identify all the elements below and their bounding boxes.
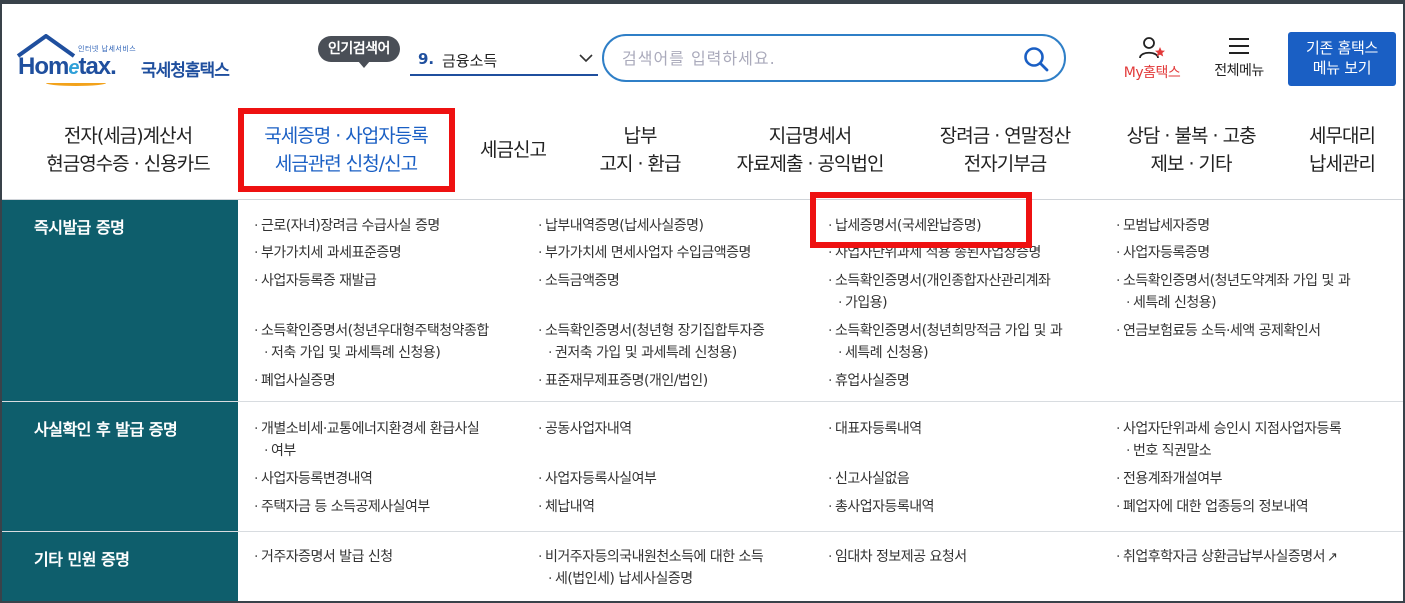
link-item-cont[interactable]: 번호 직권말소 [1126, 440, 1212, 462]
link-item[interactable]: 대표자등록내역 [828, 418, 922, 440]
link-item[interactable]: 연금보험료등 소득·세액 공제확인서 [1116, 320, 1321, 342]
legacy-menu-button[interactable]: 기존 홈택스 메뉴 보기 [1288, 32, 1396, 86]
link-item[interactable]: 폐업사실증명 [254, 370, 336, 392]
link-item-cont[interactable]: 세특례 신청용) [838, 342, 929, 364]
link-item[interactable]: 근로(자녀)장려금 수급사실 증명 [254, 215, 440, 237]
link-item[interactable]: 전용계좌개설여부 [1116, 468, 1223, 490]
link-item[interactable]: 사업자등록증명 [1116, 242, 1210, 264]
nav-line1: 세무대리 [1309, 125, 1376, 147]
link-item[interactable]: 사업자단위과세 적용 종된사업장증명 [828, 242, 1041, 264]
link-item[interactable]: 비거주자등의국내원천소득에 대한 소득 [538, 546, 764, 568]
link-item[interactable]: 신고사실없음 [828, 468, 910, 490]
link-item[interactable]: 납부내역증명(납세사실증명) [538, 215, 704, 237]
search-input[interactable] [622, 46, 1002, 70]
logo-word-e: e [68, 57, 79, 79]
link-item-cont[interactable]: 저축 가입 및 과세특례 신청용) [264, 342, 441, 364]
nav-line1: 상담 · 불복 · 고충 [1126, 125, 1256, 147]
link-item[interactable]: 부가가치세 과세표준증명 [254, 242, 402, 264]
nav-line2: 자료제출 · 공익법인 [736, 153, 885, 175]
link-item[interactable]: 폐업자에 대한 업종등의 정보내역 [1116, 496, 1309, 518]
link-item-cont[interactable]: 권저축 가입 및 과세특례 신청용) [548, 342, 737, 364]
my-hometax-label: My홈택스 [1123, 65, 1181, 81]
legacy-line1: 기존 홈택스 [1306, 39, 1378, 57]
submenu-panel: 즉시발급 증명 근로(자녀)장려금 수급사실 증명 납부내역증명(납세사실증명)… [2, 200, 1403, 601]
section-after-verification: 사실확인 후 발급 증명 개별소비세·교통에너지환경세 환급사실 여부 공동사업… [2, 402, 1403, 532]
nav-line1: 지급명세서 [768, 125, 852, 147]
link-item[interactable]: 소득금액증명 [538, 270, 620, 292]
logo-wordmark: Hometax. [18, 53, 117, 81]
link-item[interactable]: 사업자등록증 재발급 [254, 270, 377, 292]
link-item-cont[interactable]: 세특례 신청용) [1126, 292, 1217, 314]
nav-item-tax-agent[interactable]: 세무대리납세관리 [1292, 100, 1392, 200]
nav-line2: 현금영수증 · 신용카드 [46, 153, 210, 175]
nav-item-incentive[interactable]: 장려금 · 연말정산전자기부금 [920, 100, 1090, 200]
link-item[interactable]: 모범납세자증명 [1116, 215, 1210, 237]
link-item[interactable]: 사업자단위과세 승인시 지점사업자등록 [1116, 418, 1342, 440]
nav-line2: 세금관련 신청/신고 [274, 153, 418, 175]
nav-line1: 세금신고 [480, 139, 547, 161]
link-item[interactable]: 주택자금 등 소득공제사실여부 [254, 496, 430, 518]
link-item[interactable]: 휴업사실증명 [828, 370, 910, 392]
nav-line1: 납부 [623, 125, 658, 147]
link-item[interactable]: 체납내역 [538, 496, 595, 518]
link-item-cont[interactable]: 세(법인세) 납세사실증명 [548, 568, 693, 590]
section-instant-issue: 즉시발급 증명 근로(자녀)장려금 수급사실 증명 납부내역증명(납세사실증명)… [2, 200, 1403, 402]
link-item[interactable]: 납세증명서(국세완납증명) [828, 215, 982, 237]
nav-item-e-invoice[interactable]: 전자(세금)계산서현금영수증 · 신용카드 [22, 100, 234, 200]
all-menu-button[interactable]: 전체메뉴 [1204, 36, 1274, 86]
all-menu-label: 전체메뉴 [1214, 63, 1264, 79]
link-item[interactable]: 개별소비세·교통에너지환경세 환급사실 [254, 418, 480, 440]
nav-line1: 장려금 · 연말정산 [939, 125, 1071, 147]
search-icon[interactable] [1022, 45, 1050, 73]
link-item[interactable]: 소득확인증명서(청년우대형주택청약종합 [254, 320, 489, 342]
nav-item-tax-report[interactable]: 세금신고 [468, 100, 558, 200]
my-hometax-button[interactable]: My홈택스 [1114, 36, 1190, 86]
link-item[interactable]: 표준재무제표증명(개인/법인) [538, 370, 708, 392]
nav-item-consult[interactable]: 상담 · 불복 · 고충제보 · 기타 [1108, 100, 1274, 200]
nav-line1: 국세증명 · 사업자등록 [264, 125, 428, 147]
nav-line2: 고지 · 환급 [599, 153, 681, 175]
legacy-line2: 메뉴 보기 [1312, 59, 1372, 77]
nav-item-payment[interactable]: 납부고지 · 환급 [580, 100, 700, 200]
section-other-certificates: 기타 민원 증명 거주자증명서 발급 신청 비거주자등의국내원천소득에 대한 소… [2, 532, 1403, 601]
hamburger-icon [1229, 38, 1249, 54]
main-nav: 전자(세금)계산서현금영수증 · 신용카드 국세증명 · 사업자등록세금관련 신… [2, 100, 1403, 200]
link-item[interactable]: 소득확인증명서(청년희망적금 가입 및 과 [828, 320, 1063, 342]
link-item[interactable]: 소득확인증명서(청년도약계좌 가입 및 과 [1116, 270, 1351, 292]
site-header: 인터넷 납세서비스 Hometax. 국세청홈택스 인기검색어 9. 금융소득 … [0, 0, 1405, 100]
popular-term: 금융소득 [442, 52, 498, 70]
link-item[interactable]: 사업자등록변경내역 [254, 468, 373, 490]
link-item[interactable]: 사업자등록사실여부 [538, 468, 657, 490]
section-title: 즉시발급 증명 [2, 200, 238, 401]
link-item[interactable]: 부가가치세 면세사업자 수입금액증명 [538, 242, 751, 264]
hometax-logo[interactable]: 인터넷 납세서비스 Hometax. 국세청홈택스 [16, 34, 256, 90]
link-item[interactable]: 소득확인증명서(청년형 장기집합투자증 [538, 320, 765, 342]
link-item[interactable]: 총사업자등록내역 [828, 496, 935, 518]
popular-rank: 9. [418, 50, 435, 68]
nav-line1: 전자(세금)계산서 [63, 125, 193, 147]
link-item[interactable]: 거주자증명서 발급 신청 [254, 546, 393, 568]
user-star-icon [1139, 37, 1165, 59]
link-item[interactable]: 임대차 정보제공 요청서 [828, 546, 967, 568]
link-item-external[interactable]: 취업후학자금 상환금납부사실증명서 [1116, 546, 1337, 569]
chevron-down-icon[interactable] [578, 50, 594, 66]
nav-line2: 제보 · 기타 [1150, 153, 1232, 175]
popular-search-select[interactable]: 9. 금융소득 [410, 42, 598, 76]
search-box [602, 34, 1066, 82]
link-item-cont[interactable]: 여부 [264, 440, 296, 462]
nav-item-payment-statement[interactable]: 지급명세서자료제출 · 공익법인 [720, 100, 900, 200]
logo-word-post: tax. [78, 53, 116, 80]
section-title: 기타 민원 증명 [2, 532, 238, 601]
link-item-cont[interactable]: 가입용) [838, 292, 888, 314]
popular-search-badge: 인기검색어 [318, 36, 400, 68]
nav-item-tax-certificate[interactable]: 국세증명 · 사업자등록세금관련 신청/신고 [240, 100, 452, 200]
link-item[interactable]: 공동사업자내역 [538, 418, 632, 440]
link-item[interactable]: 소득확인증명서(개인종합자산관리계좌 [828, 270, 1051, 292]
nav-line2: 전자기부금 [963, 153, 1047, 175]
nav-line2: 납세관리 [1309, 153, 1376, 175]
section-title: 사실확인 후 발급 증명 [2, 402, 238, 531]
logo-word-pre: Hom [18, 53, 69, 80]
logo-korean: 국세청홈택스 [141, 61, 230, 81]
logo-swoosh [46, 80, 106, 86]
